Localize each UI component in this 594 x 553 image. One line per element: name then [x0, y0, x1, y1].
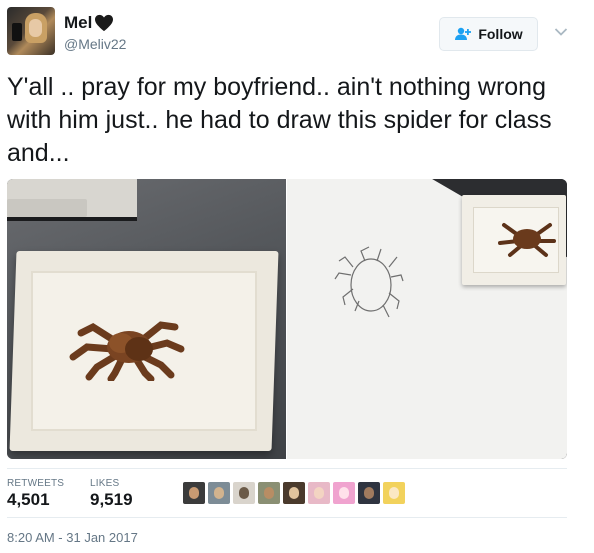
- avatar-face: [29, 19, 42, 37]
- photo-spider-drawing[interactable]: [287, 179, 567, 459]
- stats-divider-bottom: [7, 517, 567, 518]
- tarantula-specimen: [69, 321, 185, 381]
- author-name-row[interactable]: Mel: [64, 13, 114, 33]
- liker-avatar[interactable]: [308, 482, 330, 504]
- tweet-timestamp[interactable]: 8:20 AM - 31 Jan 2017: [7, 530, 138, 545]
- avatar-phone: [12, 23, 22, 41]
- tarantula-specimen-small: [498, 223, 556, 257]
- media-grid: [7, 179, 567, 459]
- follow-button[interactable]: Follow: [439, 17, 538, 51]
- liker-avatar[interactable]: [383, 482, 405, 504]
- liker-avatar[interactable]: [233, 482, 255, 504]
- tweet-text: Y'all .. pray for my boyfriend.. ain't n…: [7, 73, 559, 167]
- photo-spider-box[interactable]: [7, 179, 286, 459]
- tweet-card: Mel @Meliv22 Follow Y'all .. pray for my…: [0, 0, 594, 553]
- likes-label[interactable]: LIKES: [90, 478, 119, 489]
- liker-avatar[interactable]: [183, 482, 205, 504]
- add-user-icon: [455, 27, 472, 40]
- stats-divider-top: [7, 468, 567, 469]
- likes-count[interactable]: 9,519: [90, 490, 133, 510]
- liker-avatar[interactable]: [333, 482, 355, 504]
- liker-avatar[interactable]: [358, 482, 380, 504]
- retweets-label[interactable]: RETWEETS: [7, 478, 64, 489]
- follow-label: Follow: [478, 26, 523, 42]
- liker-avatar[interactable]: [283, 482, 305, 504]
- display-name[interactable]: Mel: [64, 13, 92, 33]
- user-handle[interactable]: @Meliv22: [64, 36, 126, 52]
- liker-avatar[interactable]: [258, 482, 280, 504]
- photo-device-panel: [7, 199, 87, 217]
- liker-avatars: [183, 482, 408, 504]
- pencil-spider-drawing: [334, 246, 404, 318]
- retweets-count[interactable]: 4,501: [7, 490, 50, 510]
- avatar[interactable]: [7, 7, 55, 55]
- chevron-down-icon[interactable]: [554, 27, 568, 37]
- black-heart-icon: [95, 14, 114, 32]
- liker-avatar[interactable]: [208, 482, 230, 504]
